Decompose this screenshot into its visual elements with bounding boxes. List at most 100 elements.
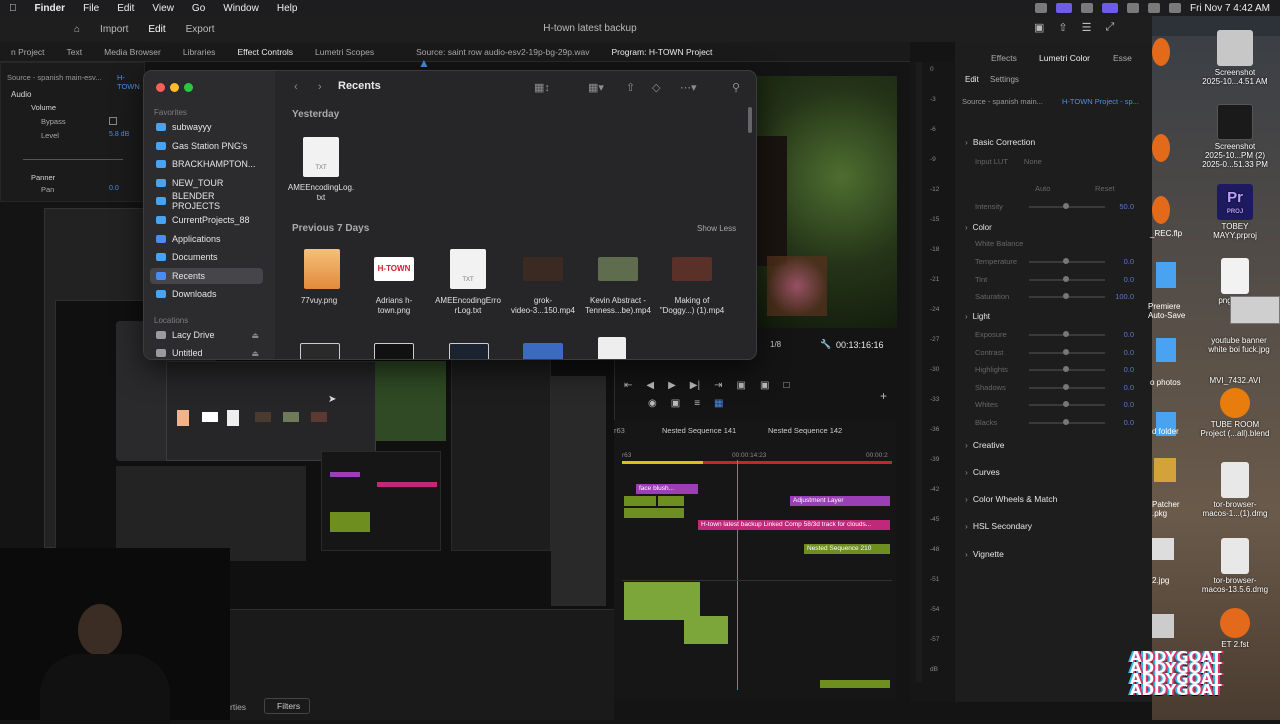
- back-icon[interactable]: ‹: [294, 81, 298, 93]
- tab-lumetri-scopes[interactable]: Lumetri Scopes: [304, 47, 385, 57]
- apple-icon[interactable]: : [0, 3, 26, 14]
- image-icon[interactable]: [1152, 614, 1174, 638]
- file-name[interactable]: Making of "Doggy...) (1).mp4: [653, 296, 731, 316]
- partial-label[interactable]: d folder: [1152, 427, 1179, 436]
- slider-value[interactable]: 0.0: [1124, 275, 1134, 284]
- slider-value[interactable]: 0.0: [1124, 418, 1134, 427]
- tab-lumetri-color[interactable]: Lumetri Color: [1039, 53, 1090, 63]
- partial-label[interactable]: Patcher .pkg: [1152, 500, 1180, 518]
- reset-button[interactable]: Reset: [1095, 184, 1115, 193]
- slider-value[interactable]: 100.0: [1115, 292, 1134, 301]
- desktop-icon-fst[interactable]: ET 2.fst: [1200, 608, 1270, 649]
- add-button-icon[interactable]: +: [880, 389, 887, 403]
- section-color[interactable]: Color: [965, 223, 992, 232]
- scrollbar[interactable]: [748, 107, 752, 133]
- bypass-checkbox[interactable]: [109, 117, 117, 125]
- home-icon[interactable]: ⌂: [0, 24, 90, 35]
- settings-icon[interactable]: ≡: [694, 398, 700, 409]
- file-thumb-screenshot[interactable]: [374, 343, 414, 359]
- desktop-icon-blend[interactable]: TUBE ROOM Project (...all).blend: [1200, 388, 1270, 438]
- row-shadows[interactable]: Shadows 0.0: [975, 383, 1140, 392]
- tab-essential[interactable]: Esse: [1113, 53, 1132, 63]
- partial-label[interactable]: o photos: [1150, 378, 1181, 387]
- screen-record-icon[interactable]: [1055, 3, 1072, 13]
- sidebar-item-4[interactable]: BLENDER PROJECTS: [150, 191, 263, 211]
- menu-go[interactable]: Go: [183, 3, 214, 14]
- row-whites[interactable]: Whites 0.0: [975, 400, 1140, 409]
- file-name[interactable]: 77vuy.png: [280, 296, 358, 306]
- ec-panner[interactable]: Panner: [31, 173, 55, 182]
- file-thumb-image[interactable]: [304, 249, 340, 289]
- row-intensity[interactable]: Intensity 50.0: [975, 202, 1140, 211]
- sidebar-item-5[interactable]: CurrentProjects_88: [150, 212, 263, 228]
- tab-text[interactable]: Text: [56, 47, 94, 57]
- section-curves[interactable]: Curves: [965, 467, 1000, 477]
- slider-knob[interactable]: [1063, 366, 1069, 372]
- filters-button[interactable]: Filters: [264, 698, 310, 714]
- sidebar-item-8[interactable]: Recents: [150, 267, 263, 284]
- menu-icon[interactable]: ☰: [1082, 21, 1092, 34]
- section-color-wheels[interactable]: Color Wheels & Match: [965, 494, 1058, 504]
- folder-icon[interactable]: [1156, 338, 1176, 362]
- nav-edit[interactable]: Edit: [138, 24, 175, 35]
- slider-value[interactable]: 0.0: [1124, 365, 1134, 374]
- export-frame-icon[interactable]: □: [783, 380, 789, 391]
- desktop-icon-mvi[interactable]: MVI_7432.AVI: [1200, 376, 1270, 385]
- audio-clip[interactable]: [624, 582, 700, 620]
- view-grid-icon[interactable]: ▦↕: [534, 81, 550, 94]
- file-thumb-screenshot[interactable]: [449, 343, 489, 359]
- menu-view[interactable]: View: [143, 3, 183, 14]
- more-icon[interactable]: ⋯▾: [680, 81, 697, 94]
- play-icon[interactable]: ▶: [668, 380, 676, 391]
- nested-seq-141[interactable]: Nested Sequence 141: [662, 426, 736, 435]
- nav-import[interactable]: Import: [90, 24, 138, 35]
- file-name[interactable]: Adrians h- town.png: [355, 296, 433, 316]
- file-thumb-video[interactable]: [672, 257, 712, 281]
- lumetri-sequence[interactable]: H-TOWN Project - sp...: [1062, 97, 1139, 106]
- level-value[interactable]: 5.8 dB: [109, 131, 129, 138]
- clock[interactable]: Fri Nov 7 4:42 AM: [1190, 3, 1270, 14]
- youtube-banner-thumbnail[interactable]: [1230, 296, 1280, 324]
- source-tab[interactable]: Source: saint row audio-esv2-19p-bg-29p.…: [405, 47, 600, 57]
- location-untitled[interactable]: Untitled ⏏: [150, 345, 263, 359]
- vr-icon[interactable]: ▦: [714, 398, 723, 409]
- file-thumb-screenshot[interactable]: [300, 343, 340, 359]
- go-out-icon[interactable]: ⇥: [714, 380, 722, 391]
- pan-value[interactable]: 0.0: [109, 185, 119, 192]
- input-lut-value[interactable]: None: [1024, 157, 1042, 166]
- fl-studio-icon[interactable]: [1152, 38, 1170, 66]
- step-forward-icon[interactable]: ▶|: [690, 380, 700, 391]
- menu-file[interactable]: File: [74, 3, 108, 14]
- file-name[interactable]: Kevin Abstract - Tenness...be).mp4: [579, 296, 657, 316]
- file-thumb-doc[interactable]: [598, 337, 626, 359]
- sidebar-item-2[interactable]: BRACKHAMPTON...: [150, 156, 263, 172]
- tab-effects[interactable]: Effects: [991, 53, 1017, 63]
- section-vignette[interactable]: Vignette: [965, 549, 1004, 559]
- section-light[interactable]: Light: [965, 312, 990, 321]
- partial-label[interactable]: _REC.flp: [1150, 229, 1182, 238]
- program-fraction[interactable]: 1/8: [770, 340, 781, 349]
- image-icon[interactable]: [1152, 538, 1174, 560]
- tray-icon[interactable]: [1126, 3, 1139, 13]
- menu-window[interactable]: Window: [214, 3, 268, 14]
- slider-knob[interactable]: [1063, 258, 1069, 264]
- file-name[interactable]: grok- video-3...150.mp4: [504, 296, 582, 316]
- fl-studio-icon[interactable]: [1152, 196, 1170, 224]
- auto-button[interactable]: Auto: [1035, 184, 1050, 193]
- tab-libraries[interactable]: Libraries: [172, 47, 227, 57]
- menu-edit[interactable]: Edit: [108, 3, 143, 14]
- section-creative[interactable]: Creative: [965, 440, 1005, 450]
- wrench-icon[interactable]: 🔧: [820, 339, 831, 350]
- desktop-icon-youtube-banner[interactable]: youtube banner white boi fuck.jpg: [1200, 336, 1278, 354]
- desktop-icon-tor-2[interactable]: tor-browser- macos-13.5.6.dmg: [1200, 538, 1270, 594]
- group-icon[interactable]: ▦▾: [588, 81, 604, 94]
- tray-icon[interactable]: [1034, 3, 1047, 13]
- slider-value[interactable]: 0.0: [1124, 330, 1134, 339]
- lift-icon[interactable]: ▣: [736, 380, 745, 391]
- control-center-icon[interactable]: [1168, 3, 1181, 13]
- tab-media-browser[interactable]: Media Browser: [93, 47, 172, 57]
- menu-app-finder[interactable]: Finder: [26, 3, 75, 14]
- fl-studio-icon[interactable]: [1152, 134, 1170, 162]
- clip-green[interactable]: [624, 496, 656, 506]
- tab-effect-controls[interactable]: Effect Controls: [226, 47, 304, 57]
